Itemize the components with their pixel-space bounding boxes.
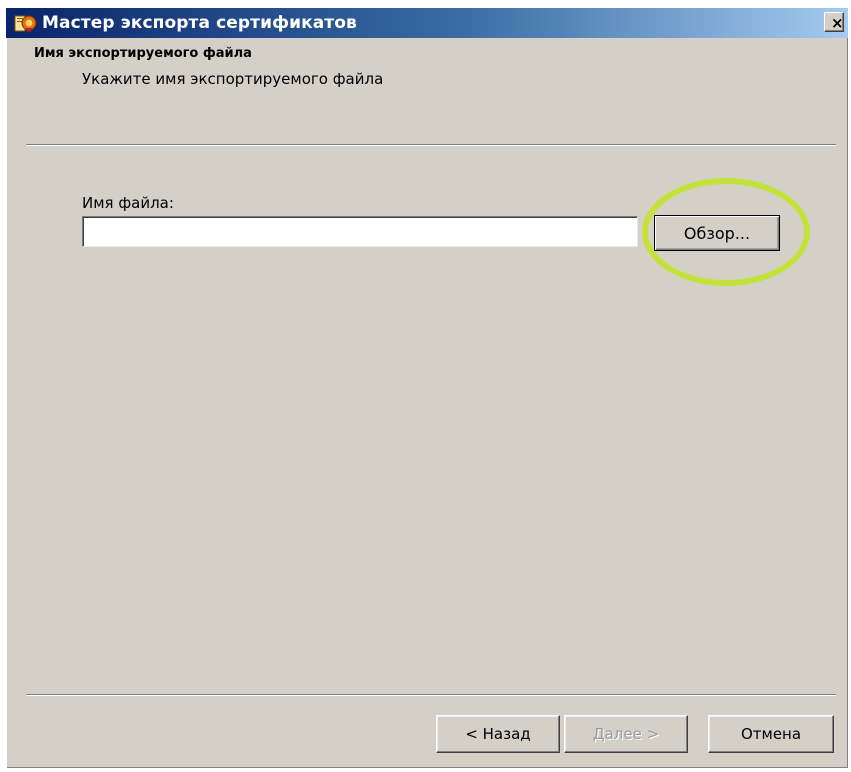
page-subtitle: Укажите имя экспортируемого файла: [82, 70, 384, 88]
header-divider: [26, 144, 836, 146]
certificate-wizard-icon: [14, 13, 38, 33]
window-title: Мастер экспорта сертификатов: [42, 13, 357, 33]
footer-divider: [26, 694, 836, 696]
browse-button[interactable]: Обзор...: [654, 215, 780, 251]
close-button[interactable]: ×: [824, 12, 844, 32]
filename-input[interactable]: [82, 216, 638, 247]
page-title: Имя экспортируемого файла: [34, 46, 252, 61]
certificate-export-wizard-window: Мастер экспорта сертификатов × Имя экспо…: [6, 8, 848, 768]
back-button[interactable]: < Назад: [436, 715, 560, 753]
title-bar[interactable]: Мастер экспорта сертификатов ×: [6, 8, 848, 38]
cancel-button[interactable]: Отмена: [708, 715, 834, 753]
next-button: Далее >: [564, 715, 688, 753]
close-icon: ×: [831, 14, 844, 32]
filename-label: Имя файла:: [82, 194, 174, 212]
